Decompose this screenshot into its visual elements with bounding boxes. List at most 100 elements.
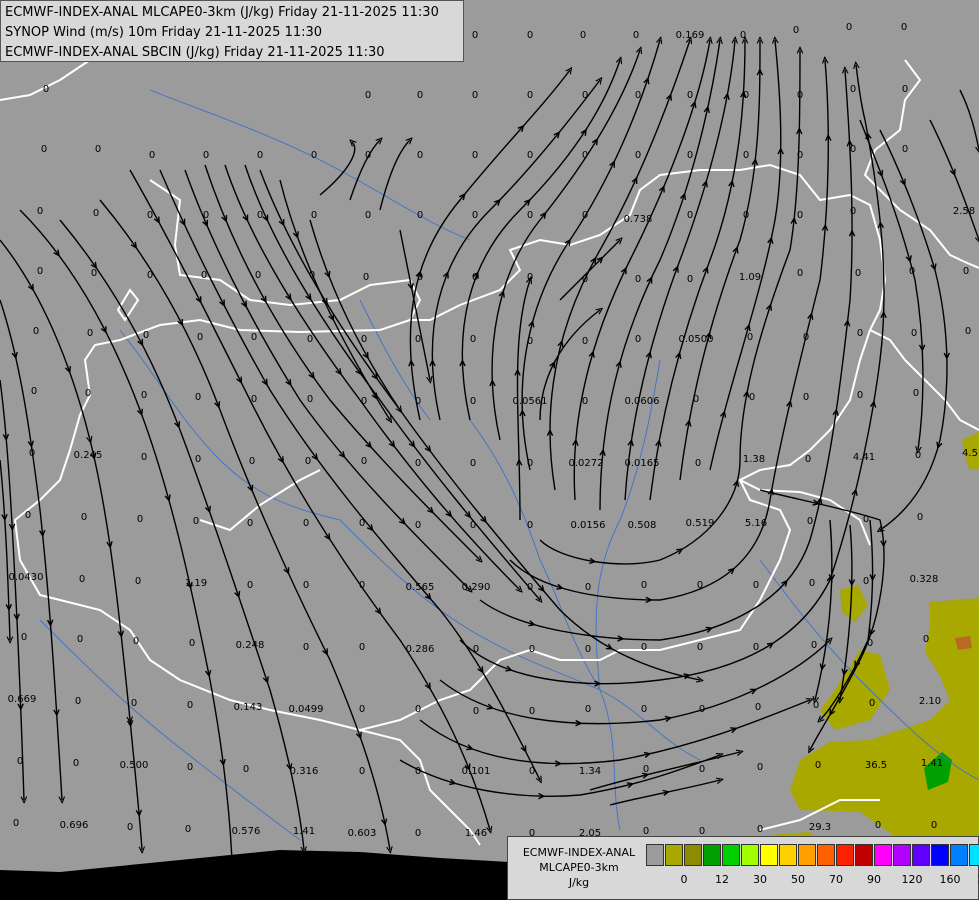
grid-value: 0 (699, 704, 705, 715)
grid-value: 0 (143, 330, 149, 341)
grid-value: 0 (529, 766, 535, 777)
grid-value: 0 (697, 580, 703, 591)
legend-swatch (874, 844, 892, 866)
grid-value: 0 (917, 512, 923, 523)
grid-value: 0.0165 (625, 458, 660, 469)
streamline (0, 459, 10, 640)
grid-value: 0 (793, 25, 799, 36)
grid-value: 0.245 (74, 450, 103, 461)
legend-swatch (684, 844, 702, 866)
grid-value: 0 (195, 454, 201, 465)
grid-value: 1.19 (185, 578, 207, 589)
legend-title-line1: ECMWF-INDEX-ANAL (522, 846, 636, 859)
grid-value: 0 (133, 636, 139, 647)
grid-value: 0 (585, 582, 591, 593)
legend-tick: 160 (939, 873, 961, 886)
streamline (0, 299, 62, 800)
color-legend: ECMWF-INDEX-ANAL MLCAPE0-3km J/kg 0 12 30 5… (507, 836, 979, 900)
map-canvas: 0 0 0 0 0 0 0 0 0 0 0 0 0 0 0 0 0.169 0 0 0 0 0 0 0 0 0 0 0 0 0 0 0 0 0 0 0… (0, 22, 979, 900)
grid-value: 0 (529, 706, 535, 717)
grid-value: 0 (41, 144, 47, 155)
grid-value: 0 (417, 210, 423, 221)
grid-value: 0 (740, 30, 746, 41)
grid-value: 0 (25, 510, 31, 521)
grid-value: 0 (582, 336, 588, 347)
grid-value: 0.0430 (9, 572, 44, 583)
legend-color-bar (646, 844, 979, 866)
grid-value: 0 (813, 700, 819, 711)
legend-swatch (722, 844, 740, 866)
cape-shading (770, 432, 979, 860)
legend-swatch (931, 844, 949, 866)
streamline (815, 519, 833, 700)
grid-value: 0 (915, 450, 921, 461)
grid-value: 0 (693, 394, 699, 405)
grid-value: 0 (911, 328, 917, 339)
grid-value: 0.286 (406, 644, 435, 655)
streamline (539, 50, 800, 565)
grid-value: 0 (695, 458, 701, 469)
grid-value: 0 (95, 144, 101, 155)
grid-value: 0.603 (348, 828, 377, 839)
grid-value: 0 (247, 518, 253, 529)
grid-value: 0 (127, 822, 133, 833)
legend-tick: 90 (867, 873, 881, 886)
grid-value: 0 (687, 274, 693, 285)
grid-value: 0 (641, 704, 647, 715)
grid-value: 4.41 (853, 452, 875, 463)
grid-value: 0.0156 (571, 520, 606, 531)
legend-swatch (798, 844, 816, 866)
grid-value: 0.101 (462, 766, 491, 777)
grid-value: 0 (582, 90, 588, 101)
grid-value: 0.500 (120, 760, 149, 771)
weather-map: 0 0 0 0 0 0 0 0 0 0 0 0 0 0 0 0 0.169 0 0 0 0 0 0 0 0 0 0 0 0 0 0 0 0 0 0 0… (0, 0, 979, 900)
grid-value: 0 (805, 454, 811, 465)
grid-value: 0 (361, 396, 367, 407)
grid-value: 0 (251, 332, 257, 343)
grid-value: 0 (633, 30, 639, 41)
legend-tick: 12 (715, 873, 729, 886)
grid-value: 0 (643, 764, 649, 775)
grid-value: 0 (187, 762, 193, 773)
grid-value: 0 (753, 580, 759, 591)
grid-value: 0 (359, 580, 365, 591)
grid-value: 0 (472, 272, 478, 283)
grid-value: 0 (197, 332, 203, 343)
grid-value: 0 (307, 334, 313, 345)
grid-value: 0 (855, 268, 861, 279)
grid-value: 0 (473, 644, 479, 655)
grid-value: 1.41 (293, 826, 315, 837)
grid-value: 0 (869, 698, 875, 709)
grid-value: 0.519 (686, 518, 715, 529)
grid-value: 0 (37, 206, 43, 217)
grid-value: 0 (473, 706, 479, 717)
legend-swatch (646, 844, 664, 866)
grid-value: 0 (902, 84, 908, 95)
grid-value: 0 (243, 764, 249, 775)
legend-ticks: 01230507090120160250400 (646, 873, 979, 887)
streamline (609, 780, 720, 806)
grid-value: 0 (141, 452, 147, 463)
streamline (399, 755, 720, 797)
grid-value: 0.696 (60, 820, 89, 831)
grid-value: 0.669 (8, 694, 37, 705)
legend-swatch (893, 844, 911, 866)
grid-value: 0 (863, 514, 869, 525)
grid-value: 0 (797, 90, 803, 101)
legend-swatch (741, 844, 759, 866)
grid-value: 0 (923, 634, 929, 645)
grid-value: 0 (687, 90, 693, 101)
grid-value: 0 (867, 638, 873, 649)
grid-value: 0 (857, 328, 863, 339)
grid-value: 0 (803, 332, 809, 343)
grid-value: 1.34 (579, 766, 601, 777)
grid-value: 0 (361, 334, 367, 345)
legend-swatch (665, 844, 683, 866)
grid-value: 0 (527, 90, 533, 101)
grid-value: 0 (365, 90, 371, 101)
grid-value: 0 (585, 644, 591, 655)
grid-value: 0 (635, 90, 641, 101)
grid-value: 0 (809, 578, 815, 589)
grid-value: 0 (29, 448, 35, 459)
grid-value: 0 (249, 456, 255, 467)
